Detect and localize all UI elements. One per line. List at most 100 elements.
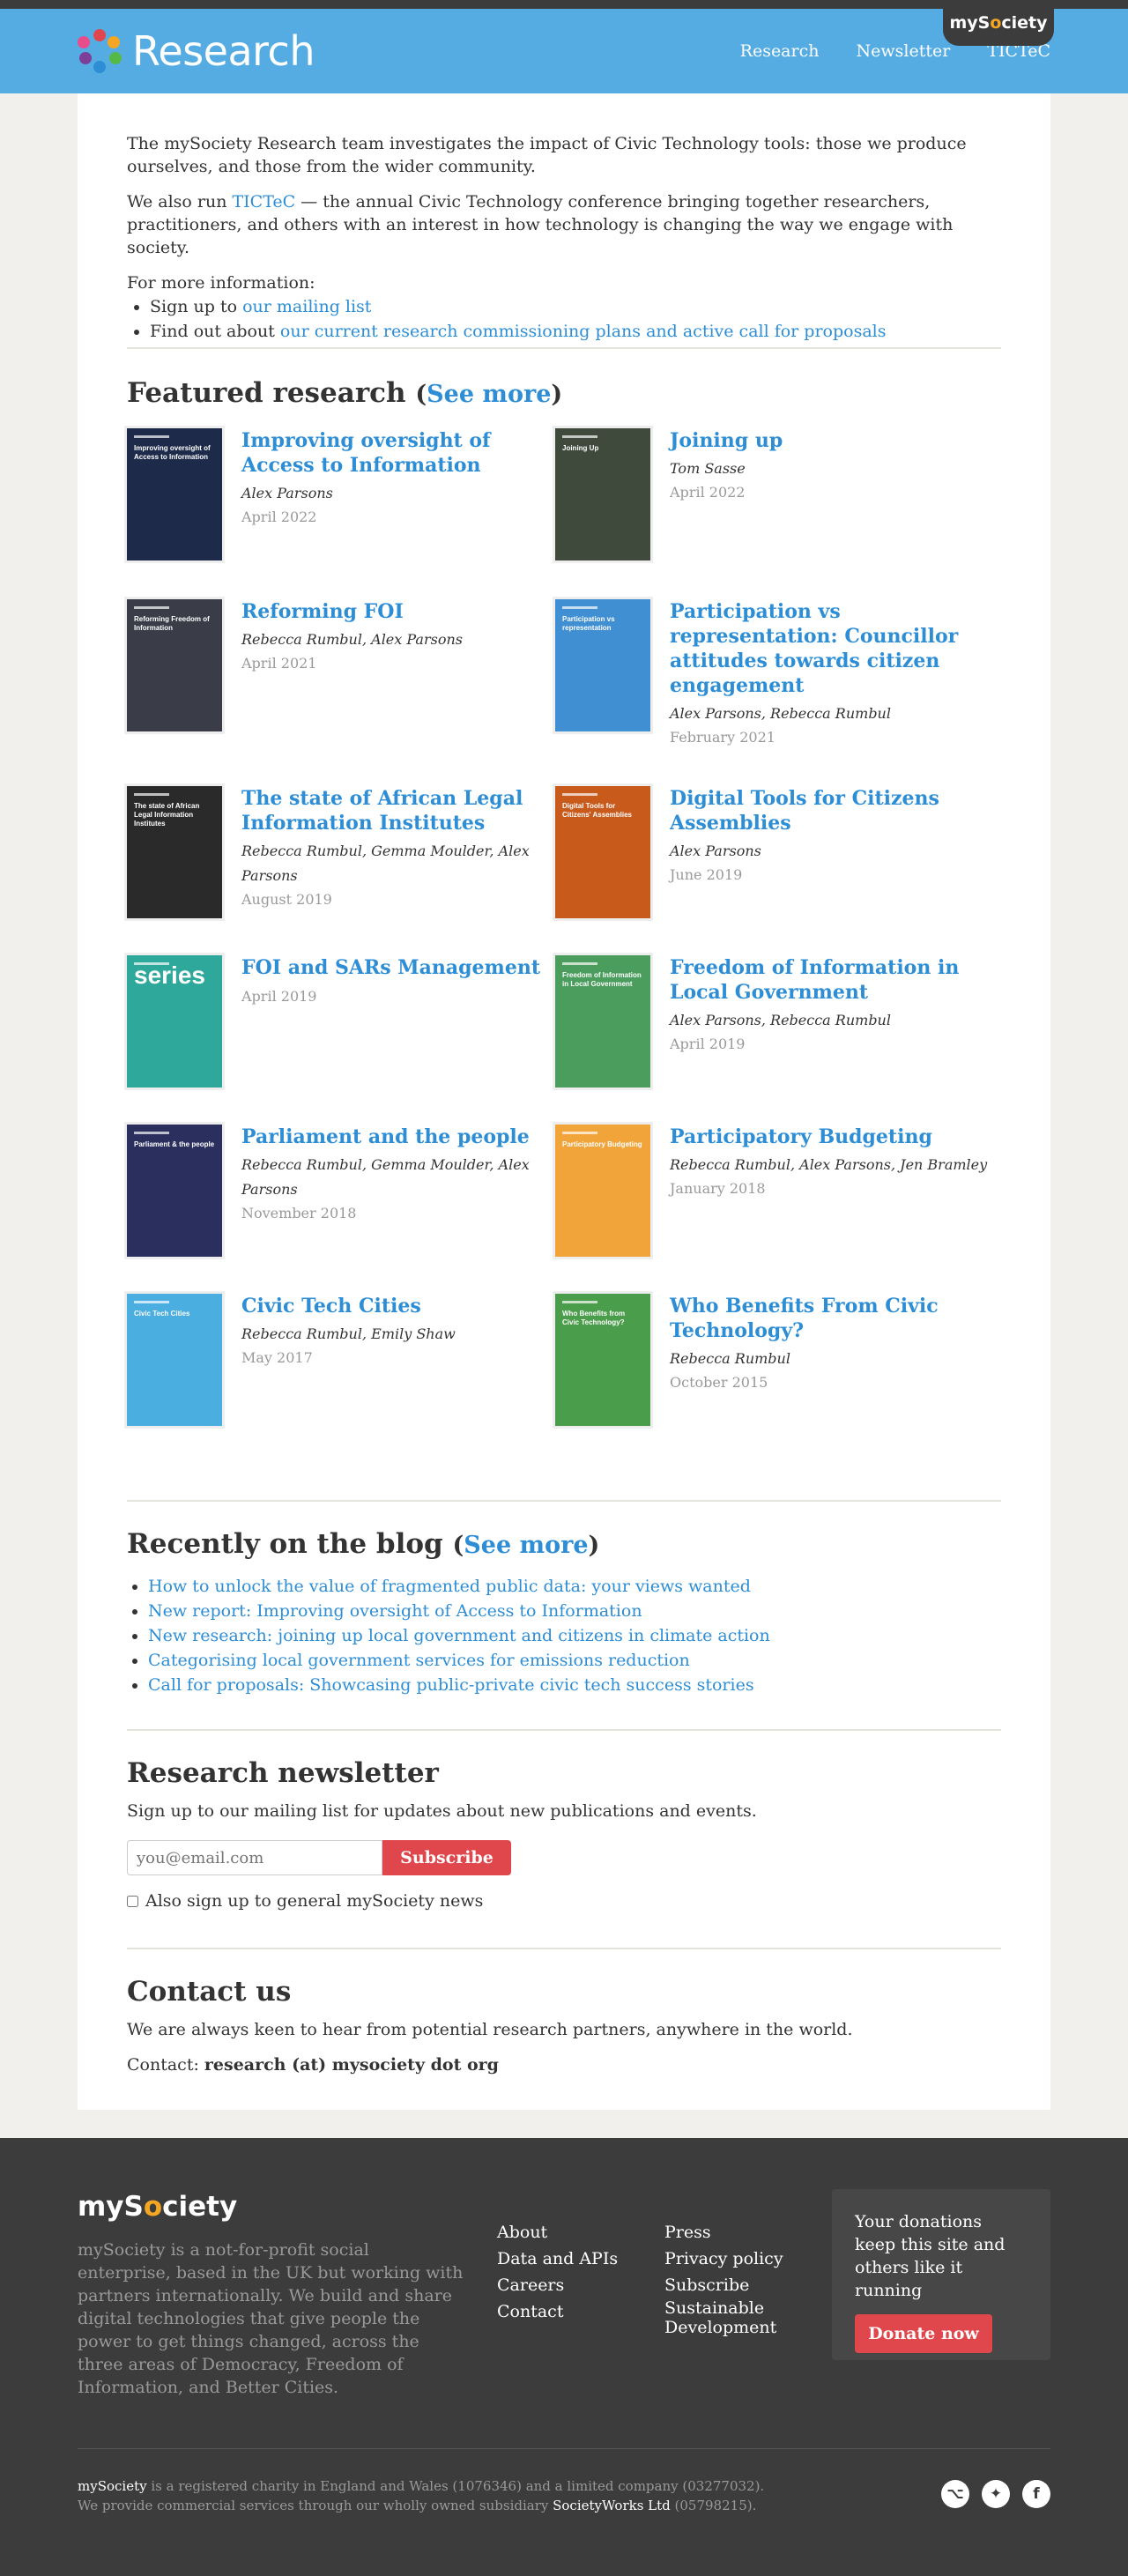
research-card[interactable]: The state of African Legal Information I… bbox=[127, 786, 568, 927]
contact-heading: Contact us bbox=[127, 1976, 292, 2008]
research-card[interactable]: Joining Up Joining up Tom Sasse April 2022 bbox=[555, 428, 996, 569]
research-card[interactable]: Reforming Freedom of Information Reformin… bbox=[127, 599, 568, 740]
research-card[interactable]: Freedom of Information in Local Governme… bbox=[555, 955, 996, 1096]
cover-brand-bar bbox=[134, 793, 169, 796]
subscribe-button[interactable]: Subscribe bbox=[382, 1840, 511, 1875]
research-cover-image[interactable]: Parliament & the people bbox=[127, 1125, 222, 1257]
research-cover-image[interactable]: Digital Tools for Citizens' Assemblies bbox=[555, 786, 650, 918]
bullet-text: Sign up to bbox=[150, 297, 243, 316]
research-authors: Tom Sasse bbox=[670, 460, 746, 477]
list-item: How to unlock the value of fragmented pu… bbox=[148, 1574, 1001, 1599]
cover-title: Digital Tools for Citizens' Assemblies bbox=[562, 802, 632, 819]
github-icon[interactable]: ⌥ bbox=[941, 2480, 969, 2508]
research-card[interactable]: Participation vs representation Participa… bbox=[555, 599, 996, 746]
blog-post-link[interactable]: Categorising local government services f… bbox=[148, 1651, 690, 1670]
research-cover-image[interactable]: series bbox=[127, 955, 222, 1088]
research-title[interactable]: The state of African Legal Information I… bbox=[241, 786, 568, 835]
research-cover-image[interactable]: The state of African Legal Information I… bbox=[127, 786, 222, 918]
blog-post-link[interactable]: New research: joining up local governmen… bbox=[148, 1626, 770, 1645]
featured-heading: Featured research (See more) bbox=[127, 377, 563, 409]
research-card[interactable]: Civic Tech Cities Civic Tech Cities Rebecc… bbox=[127, 1294, 568, 1435]
blog-see-more-link[interactable]: See more bbox=[464, 1532, 588, 1559]
research-card[interactable]: Who Benefits from Civic Technology? Who B… bbox=[555, 1294, 996, 1435]
research-info: Participatory Budgeting Rebecca Rumbul, A… bbox=[670, 1125, 996, 1200]
call-for-proposals-link[interactable]: our current research commissioning plans… bbox=[280, 322, 887, 341]
research-cover-image[interactable]: Civic Tech Cities bbox=[127, 1294, 222, 1426]
donate-button[interactable]: Donate now bbox=[855, 2314, 992, 2353]
research-title[interactable]: Parliament and the people bbox=[241, 1125, 568, 1149]
intro-paragraph-1: The mySociety Research team investigates… bbox=[127, 134, 967, 176]
divider bbox=[127, 1948, 1001, 1949]
research-title[interactable]: FOI and SARs Management bbox=[241, 955, 568, 980]
research-cover-image[interactable]: Improving oversight of Access to Informa… bbox=[127, 428, 222, 560]
mysociety-tab[interactable]: myS o ciety bbox=[943, 0, 1054, 46]
site-header: Research Research Newsletter TICTeC myS o… bbox=[0, 0, 1128, 93]
footer-link-press[interactable]: Press bbox=[664, 2219, 797, 2246]
tictec-link[interactable]: TICTeC bbox=[233, 192, 296, 212]
research-title[interactable]: Who Benefits From Civic Technology? bbox=[670, 1294, 996, 1343]
footer-link-subscribe[interactable]: Subscribe bbox=[664, 2272, 797, 2298]
research-title[interactable]: Joining up bbox=[670, 428, 996, 453]
research-cover-image[interactable]: Who Benefits from Civic Technology? bbox=[555, 1294, 650, 1426]
footer-link-data-apis[interactable]: Data and APIs bbox=[497, 2246, 618, 2272]
general-news-checkbox[interactable] bbox=[127, 1895, 138, 1907]
footer-divider bbox=[78, 2448, 1050, 2449]
divider bbox=[127, 1500, 1001, 1502]
nav-newsletter[interactable]: Newsletter bbox=[856, 41, 950, 61]
logo-text: Research bbox=[132, 27, 315, 75]
research-cover-image[interactable]: Joining Up bbox=[555, 428, 650, 560]
list-item: New report: Improving oversight of Acces… bbox=[148, 1599, 1001, 1623]
research-title[interactable]: Freedom of Information in Local Governme… bbox=[670, 955, 996, 1005]
cover-title: Joining Up bbox=[562, 444, 599, 452]
cover-title: Who Benefits from Civic Technology? bbox=[562, 1310, 626, 1326]
blog-post-link[interactable]: How to unlock the value of fragmented pu… bbox=[148, 1577, 751, 1596]
research-title[interactable]: Participation vs representation: Council… bbox=[670, 599, 996, 698]
research-title[interactable]: Participatory Budgeting bbox=[670, 1125, 996, 1149]
footer-link-about[interactable]: About bbox=[497, 2219, 618, 2246]
research-title[interactable]: Civic Tech Cities bbox=[241, 1294, 568, 1318]
research-title[interactable]: Improving oversight of Access to Informa… bbox=[241, 428, 568, 478]
research-cover-image[interactable]: Reforming Freedom of Information bbox=[127, 599, 222, 731]
footer-link-privacy[interactable]: Privacy policy bbox=[664, 2246, 797, 2272]
blog-post-list: How to unlock the value of fragmented pu… bbox=[127, 1574, 1001, 1697]
research-card[interactable]: Parliament & the people Parliament and th… bbox=[127, 1125, 568, 1266]
research-title[interactable]: Reforming FOI bbox=[241, 599, 568, 624]
research-cover-image[interactable]: Participatory Budgeting bbox=[555, 1125, 650, 1257]
cover-title: Reforming Freedom of Information bbox=[134, 615, 210, 632]
footer-link-careers[interactable]: Careers bbox=[497, 2272, 618, 2298]
research-card[interactable]: Digital Tools for Citizens' Assemblies Di… bbox=[555, 786, 996, 927]
research-info: Joining up Tom Sasse April 2022 bbox=[670, 428, 996, 504]
research-cover-image[interactable]: Participation vs representation bbox=[555, 599, 650, 731]
research-authors: Rebecca Rumbul, Emily Shaw bbox=[241, 1325, 456, 1342]
cover-brand-bar bbox=[134, 1301, 169, 1303]
research-title[interactable]: Digital Tools for Citizens Assemblies bbox=[670, 786, 996, 835]
featured-see-more-link[interactable]: See more bbox=[427, 381, 551, 408]
research-card[interactable]: series FOI and SARs Management April 2019 bbox=[127, 955, 568, 1096]
email-input[interactable] bbox=[127, 1840, 382, 1875]
blog-post-link[interactable]: Call for proposals: Showcasing public-pr… bbox=[148, 1675, 754, 1695]
nav-research[interactable]: Research bbox=[740, 41, 820, 61]
footer-link-contact[interactable]: Contact bbox=[497, 2298, 618, 2325]
footer-logo[interactable]: mySociety bbox=[78, 2191, 237, 2223]
blog-heading-text: Recently on the blog bbox=[127, 1528, 443, 1560]
main-content: The mySociety Research team investigates… bbox=[78, 93, 1050, 2110]
research-card[interactable]: Improving oversight of Access to Informa… bbox=[127, 428, 568, 569]
donate-text: Your donations keep this site and others… bbox=[855, 2212, 1006, 2300]
research-card[interactable]: Participatory Budgeting Participatory Bud… bbox=[555, 1125, 996, 1266]
research-authors: Rebecca Rumbul, Gemma Moulder, Alex Pars… bbox=[241, 1156, 530, 1198]
research-date: April 2019 bbox=[670, 1036, 746, 1052]
facebook-icon[interactable]: f bbox=[1022, 2480, 1050, 2508]
blog-post-link[interactable]: New report: Improving oversight of Acces… bbox=[148, 1601, 642, 1621]
research-cover-image[interactable]: Freedom of Information in Local Governme… bbox=[555, 955, 650, 1088]
mailing-list-link[interactable]: our mailing list bbox=[242, 297, 371, 316]
site-logo[interactable]: Research bbox=[78, 27, 315, 75]
subsidiary-link[interactable]: SocietyWorks Ltd bbox=[553, 2498, 671, 2513]
footer-links-col-1: About Data and APIs Careers Contact bbox=[497, 2219, 618, 2325]
research-info: Participation vs representation: Council… bbox=[670, 599, 996, 749]
footer-link-sustainable[interactable]: Sustainable Development bbox=[664, 2298, 797, 2337]
general-news-checkbox-row[interactable]: Also sign up to general mySociety news bbox=[127, 1891, 1001, 1911]
cover-brand-bar bbox=[562, 793, 597, 796]
twitter-icon[interactable]: ✦ bbox=[982, 2480, 1010, 2508]
research-authors: Alex Parsons, Rebecca Rumbul bbox=[670, 705, 891, 722]
cover-title: Improving oversight of Access to Informa… bbox=[134, 444, 211, 461]
